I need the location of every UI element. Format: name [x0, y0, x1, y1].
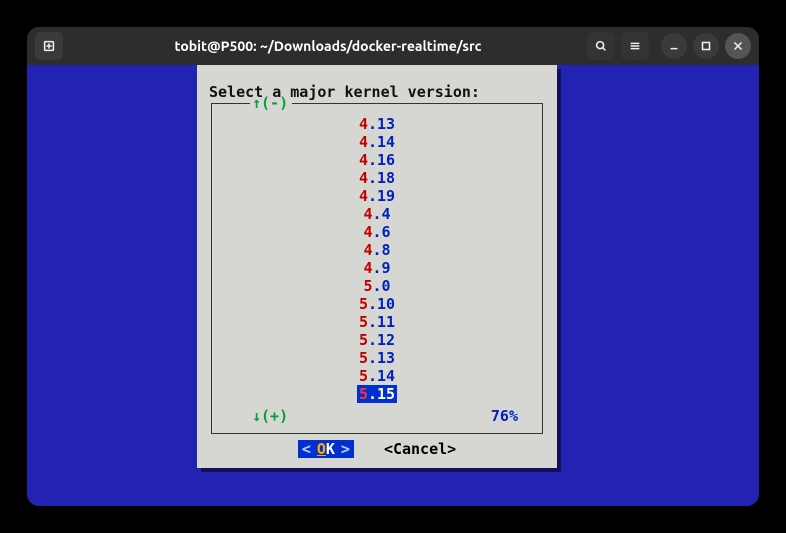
cancel-button[interactable]: <Cancel> — [384, 440, 456, 458]
hamburger-icon — [628, 39, 642, 53]
kernel-dot: . — [372, 259, 381, 277]
whiptail-dialog: Select a major kernel version: ↑(-) 4.13… — [197, 65, 557, 468]
scroll-down-indicator: ↓(+) — [252, 407, 288, 425]
kernel-minor: 0 — [382, 277, 391, 295]
kernel-dot: . — [368, 133, 377, 151]
kernel-item[interactable]: 4.16 — [359, 151, 395, 169]
ok-label: OK — [317, 440, 335, 458]
ok-left-angle: < — [302, 440, 311, 458]
kernel-minor: 8 — [382, 241, 391, 259]
kernel-minor: 10 — [377, 295, 395, 313]
kernel-item[interactable]: 4.13 — [359, 115, 395, 133]
kernel-item[interactable]: 4.18 — [359, 169, 395, 187]
kernel-major: 5 — [359, 313, 368, 331]
kernel-dot: . — [372, 205, 381, 223]
titlebar-controls — [587, 32, 751, 60]
kernel-minor: 14 — [377, 133, 395, 151]
kernel-minor: 9 — [382, 259, 391, 277]
kernel-dot: . — [368, 349, 377, 367]
maximize-icon — [699, 39, 713, 53]
ok-button[interactable]: < OK > — [298, 440, 354, 458]
kernel-minor: 4 — [382, 205, 391, 223]
kernel-item[interactable]: 5.14 — [359, 367, 395, 385]
kernel-item[interactable]: 4.8 — [363, 241, 390, 259]
search-button[interactable] — [587, 32, 615, 60]
dialog-buttons: < OK > <Cancel> — [197, 440, 557, 458]
window-title: tobit@P500: ~/Downloads/docker-realtime/… — [69, 38, 587, 54]
close-icon — [731, 39, 745, 53]
kernel-major: 4 — [359, 169, 368, 187]
kernel-minor: 13 — [377, 115, 395, 133]
menu-button[interactable] — [621, 32, 649, 60]
kernel-dot: . — [368, 187, 377, 205]
kernel-item[interactable]: 5.10 — [359, 295, 395, 313]
kernel-item[interactable]: 4.19 — [359, 187, 395, 205]
minimize-icon — [667, 39, 681, 53]
search-icon — [594, 39, 608, 53]
scroll-percent: 76% — [491, 407, 518, 425]
kernel-dot: . — [368, 367, 377, 385]
kernel-minor: 15 — [377, 385, 395, 403]
new-tab-button[interactable] — [35, 32, 63, 60]
kernel-item[interactable]: 4.4 — [363, 205, 390, 223]
kernel-dot: . — [372, 223, 381, 241]
kernel-minor: 6 — [382, 223, 391, 241]
kernel-dot: . — [372, 241, 381, 259]
new-tab-icon — [42, 39, 56, 53]
kernel-minor: 11 — [377, 313, 395, 331]
kernel-item[interactable]: 4.14 — [359, 133, 395, 151]
kernel-major: 5 — [359, 367, 368, 385]
kernel-major: 4 — [359, 115, 368, 133]
kernel-dot: . — [372, 277, 381, 295]
kernel-minor: 19 — [377, 187, 395, 205]
terminal-window: tobit@P500: ~/Downloads/docker-realtime/… — [27, 27, 759, 506]
kernel-major: 5 — [359, 295, 368, 313]
kernel-item[interactable]: 5.12 — [359, 331, 395, 349]
terminal-body[interactable]: Select a major kernel version: ↑(-) 4.13… — [27, 65, 759, 506]
kernel-major: 5 — [359, 349, 368, 367]
kernel-dot: . — [368, 385, 377, 403]
titlebar: tobit@P500: ~/Downloads/docker-realtime/… — [27, 27, 759, 65]
kernel-minor: 13 — [377, 349, 395, 367]
kernel-minor: 16 — [377, 151, 395, 169]
kernel-item[interactable]: 5.13 — [359, 349, 395, 367]
kernel-listbox[interactable]: ↑(-) 4.134.144.164.184.194.44.64.84.95.0… — [211, 103, 543, 434]
kernel-list: 4.134.144.164.184.194.44.64.84.95.05.105… — [212, 113, 542, 403]
kernel-dot: . — [368, 169, 377, 187]
kernel-dot: . — [368, 313, 377, 331]
kernel-major: 5 — [359, 331, 368, 349]
maximize-button[interactable] — [693, 33, 719, 59]
kernel-item[interactable]: 5.11 — [359, 313, 395, 331]
kernel-item[interactable]: 5.0 — [363, 277, 390, 295]
kernel-major: 4 — [359, 187, 368, 205]
ok-right-angle: > — [341, 440, 350, 458]
kernel-dot: . — [368, 151, 377, 169]
kernel-minor: 14 — [377, 367, 395, 385]
kernel-dot: . — [368, 115, 377, 133]
kernel-dot: . — [368, 295, 377, 313]
kernel-major: 5 — [359, 385, 368, 403]
kernel-minor: 18 — [377, 169, 395, 187]
minimize-button[interactable] — [661, 33, 687, 59]
kernel-major: 4 — [359, 151, 368, 169]
close-button[interactable] — [725, 33, 751, 59]
kernel-minor: 12 — [377, 331, 395, 349]
kernel-item[interactable]: 5.15 — [357, 385, 397, 403]
kernel-major: 4 — [359, 133, 368, 151]
kernel-item[interactable]: 4.9 — [363, 259, 390, 277]
listbox-footer: ↓(+) 76% — [212, 403, 542, 425]
kernel-item[interactable]: 4.6 — [363, 223, 390, 241]
scroll-up-indicator: ↑(-) — [212, 94, 542, 104]
kernel-dot: . — [368, 331, 377, 349]
